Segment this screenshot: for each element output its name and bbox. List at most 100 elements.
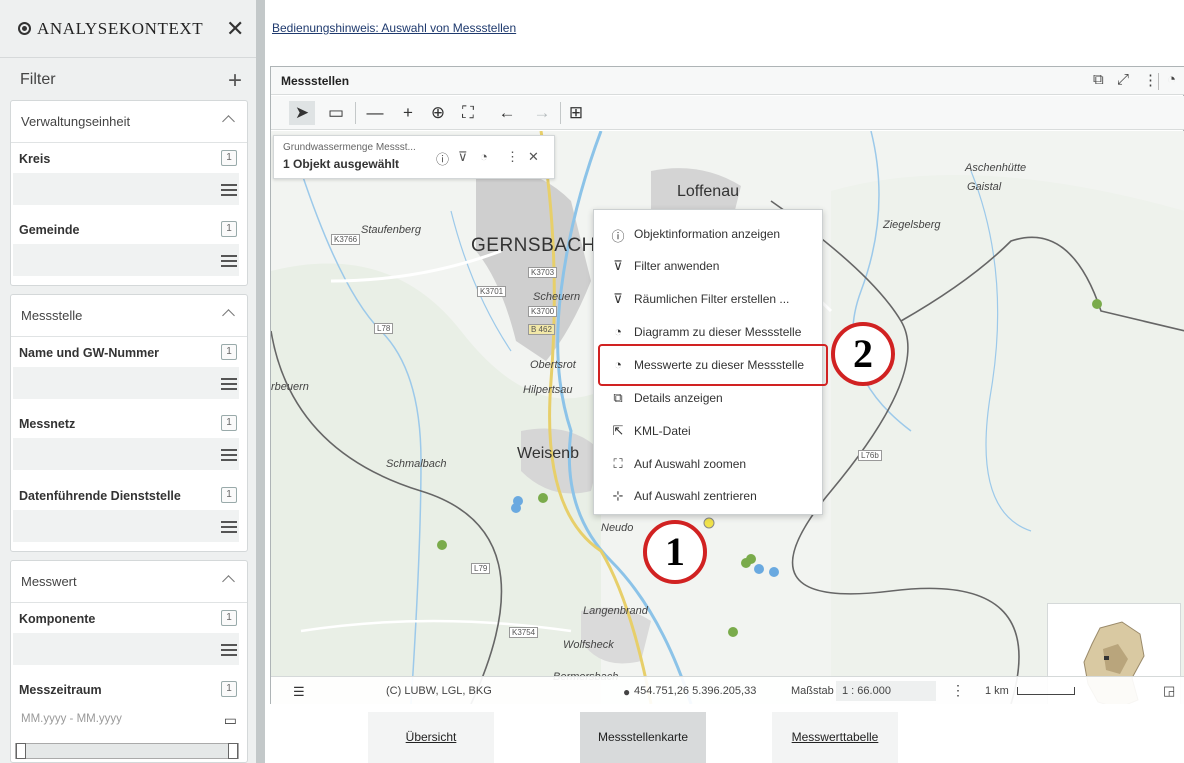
- list-icon[interactable]: [221, 378, 237, 390]
- filter-icon[interactable]: ⊽: [458, 149, 468, 165]
- map-toolbar: ➤ ▭ — + ⊕ ⛶ ← → ⊞: [271, 96, 1184, 130]
- menu-item-label: Diagramm zu dieser Messstelle: [634, 325, 802, 339]
- road-label: K3754: [509, 627, 539, 638]
- more-vertical-icon[interactable]: ⋮: [951, 682, 965, 699]
- messnetz-input[interactable]: [13, 438, 239, 470]
- calendar-icon[interactable]: ▭: [224, 712, 237, 729]
- map-footer: ☰ (C) LUBW, LGL, BKG ● 454.751,26 5.396.…: [271, 676, 1184, 704]
- zoom-in-icon[interactable]: +: [397, 101, 419, 125]
- name-gw-input[interactable]: [13, 367, 239, 399]
- road-label: L79: [471, 563, 491, 574]
- panel-title: Messstelle: [21, 308, 83, 323]
- slider-handle-end[interactable]: [228, 743, 238, 759]
- filter-label: Filter: [20, 71, 56, 88]
- widget-header: Messstellen ⧉ ⤢ ⋮ ◔: [271, 67, 1184, 95]
- header-divider: [1158, 73, 1159, 90]
- close-sidebar-icon[interactable]: ✕: [226, 16, 244, 42]
- chart-icon: ◔: [614, 324, 622, 339]
- add-filter-icon[interactable]: +: [228, 67, 242, 95]
- back-arrow-icon[interactable]: ←: [496, 101, 518, 125]
- legend-list-icon[interactable]: ☰: [293, 684, 305, 700]
- date-range-slider[interactable]: [15, 743, 239, 759]
- menu-item-zoom-selection[interactable]: ⛶ Auf Auswahl zoomen: [594, 448, 824, 480]
- menu-item-object-info[interactable]: ⓘ Objektinformation anzeigen: [594, 218, 824, 250]
- info-icon[interactable]: ⓘ: [436, 149, 449, 168]
- scale-label: Maßstab: [791, 685, 834, 697]
- chevron-up-icon[interactable]: [222, 115, 235, 128]
- list-icon[interactable]: [221, 644, 237, 656]
- tab-messwerttabelle[interactable]: Messwerttabelle: [772, 712, 898, 763]
- road-label: K3700: [528, 306, 558, 317]
- date-range-input[interactable]: MM.yyyy - MM.yyyy: [13, 704, 239, 736]
- tab-uebersicht[interactable]: Übersicht: [368, 712, 494, 763]
- more-vertical-icon[interactable]: ⋮: [506, 149, 519, 165]
- menu-item-details[interactable]: ⧉ Details anzeigen: [594, 382, 824, 414]
- menu-item-apply-filter[interactable]: ⊽ Filter anwenden: [594, 250, 824, 282]
- tab-messstellenkarte[interactable]: Messstellenkarte: [580, 712, 706, 763]
- overview-toggle-icon[interactable]: ◲: [1163, 683, 1175, 699]
- place-label: Obertsrot: [530, 359, 576, 371]
- scalebar: [1017, 687, 1075, 695]
- chart-icon[interactable]: ◔: [480, 149, 488, 164]
- annotation-badge-2: 2: [831, 322, 895, 386]
- place-label: GERNSBACH: [471, 235, 596, 256]
- scale-selector[interactable]: 1 : 66.000: [836, 681, 936, 701]
- tab-label: Übersicht: [405, 730, 457, 744]
- full-extent-icon[interactable]: ⛶: [457, 101, 479, 125]
- select-pointer-icon[interactable]: ➤: [289, 101, 315, 125]
- menu-item-label: Filter anwenden: [634, 259, 720, 273]
- menu-item-spatial-filter[interactable]: ⊽ Räumlichen Filter erstellen ...: [594, 283, 824, 315]
- list-icon[interactable]: [221, 449, 237, 461]
- place-label: Scheuern: [533, 291, 581, 303]
- target-icon: [18, 22, 31, 35]
- kreis-input[interactable]: [13, 173, 239, 205]
- place-label: Loffenau: [677, 183, 739, 200]
- chevron-up-icon[interactable]: [222, 309, 235, 322]
- field-label: Messzeitraum: [19, 683, 102, 697]
- slider-handle-start[interactable]: [16, 743, 26, 759]
- place-label: Weisenb: [517, 445, 579, 462]
- menu-item-kml[interactable]: ⇱ KML-Datei: [594, 415, 824, 447]
- zoom-tool-icon[interactable]: ⊕: [427, 101, 449, 125]
- annotation-badge-1: 1: [643, 520, 707, 584]
- place-label: Wolfsheck: [563, 639, 614, 651]
- chevron-up-icon[interactable]: [222, 575, 235, 588]
- layers-icon[interactable]: ◔: [1167, 71, 1176, 88]
- place-label: Langenbrand: [583, 605, 648, 617]
- map-add-icon[interactable]: ⊞: [565, 101, 587, 125]
- measure-ruler-icon[interactable]: ▭: [325, 101, 347, 125]
- date-placeholder: MM.yyyy - MM.yyyy: [21, 713, 122, 725]
- window-icon[interactable]: ⧉: [1093, 71, 1104, 88]
- tab-label: Messstellenkarte: [597, 730, 689, 744]
- menu-item-label: Auf Auswahl zentrieren: [634, 489, 757, 503]
- zoom-out-icon[interactable]: —: [364, 101, 386, 125]
- menu-item-center-selection[interactable]: ⊹ Auf Auswahl zentrieren: [594, 480, 824, 512]
- panel-header[interactable]: Messstelle: [11, 295, 247, 337]
- panel-header[interactable]: Verwaltungseinheit: [11, 101, 247, 143]
- place-label: Aschenhütte: [965, 162, 1027, 174]
- panel-messwert: Messwert Komponente 1 Messzeitraum 1 MM.…: [10, 560, 248, 763]
- usage-hint-link[interactable]: Bedienungshinweis: Auswahl von Messstell…: [272, 21, 516, 35]
- close-selection-icon[interactable]: ✕: [528, 149, 539, 165]
- info-icon: ⓘ: [611, 229, 625, 244]
- count-badge: 1: [221, 344, 237, 360]
- dienststelle-input[interactable]: [13, 510, 239, 542]
- sidebar-resize-handle[interactable]: [256, 0, 265, 763]
- panel-header[interactable]: Messwert: [11, 561, 247, 603]
- list-icon[interactable]: [221, 184, 237, 196]
- filter-plus-icon: ⊽: [613, 258, 623, 273]
- komponente-input[interactable]: [13, 633, 239, 665]
- selected-layer-name: Grundwassermenge Messst...: [283, 142, 416, 153]
- tab-label: Messwerttabelle: [791, 730, 879, 744]
- forward-arrow-icon[interactable]: →: [531, 101, 553, 125]
- road-label: L76b: [858, 450, 882, 461]
- list-icon[interactable]: [221, 521, 237, 533]
- map-canvas[interactable]: Loffenau GERNSBACH Weisenb Staufenberg S…: [271, 131, 1184, 704]
- expand-icon[interactable]: ⤢: [1117, 71, 1129, 88]
- gemeinde-input[interactable]: [13, 244, 239, 276]
- zoom-extent-icon: ⛶: [613, 456, 623, 471]
- map-widget: Messstellen ⧉ ⤢ ⋮ ◔ ➤ ▭ — + ⊕ ⛶ ← → ⊞ Lo…: [270, 66, 1184, 704]
- list-icon[interactable]: [221, 255, 237, 267]
- panel-title: Verwaltungseinheit: [21, 114, 131, 129]
- more-vertical-icon[interactable]: ⋮: [1143, 71, 1158, 89]
